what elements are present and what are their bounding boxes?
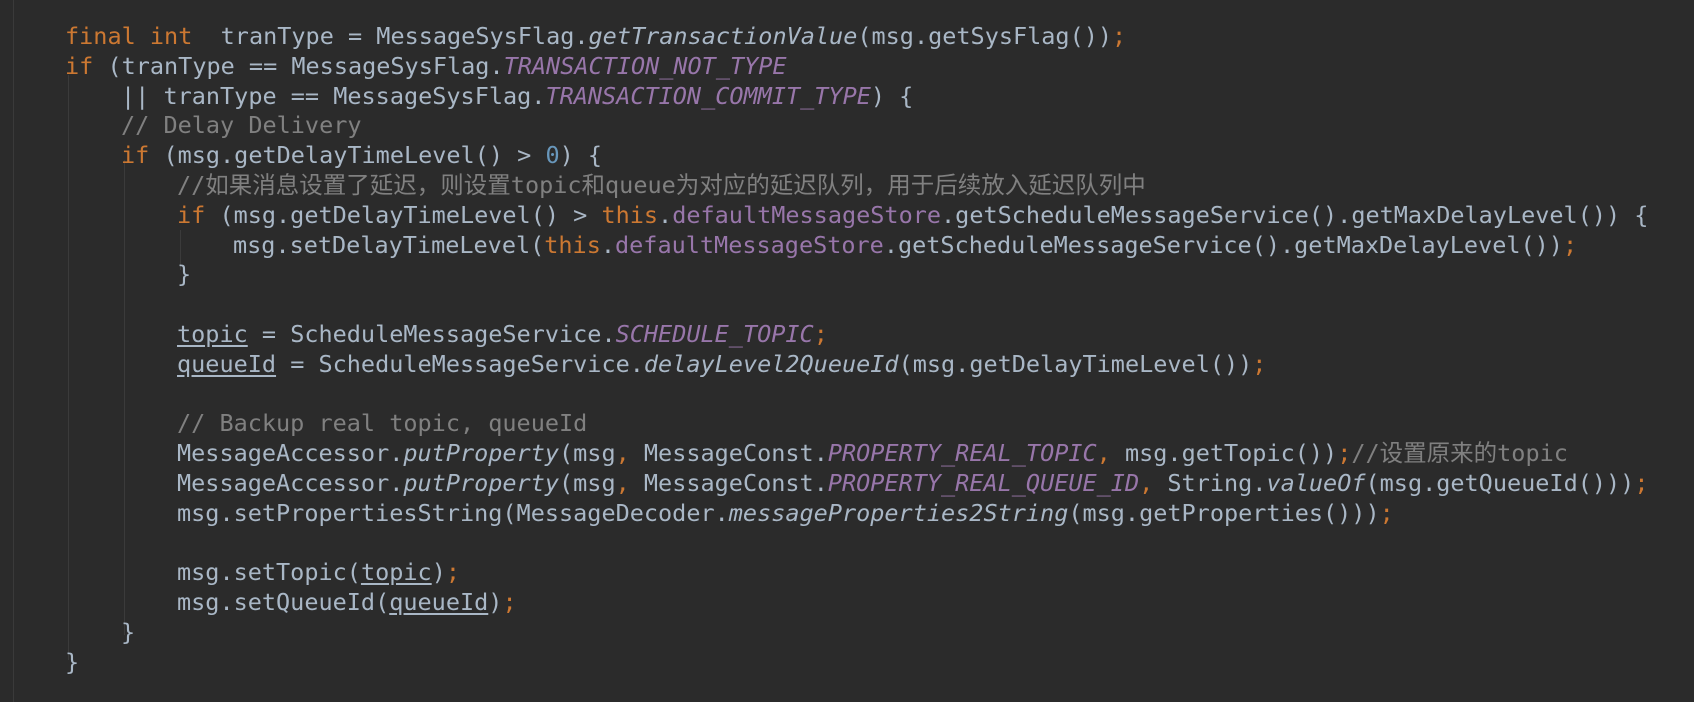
code-token: (msg: [559, 439, 616, 468]
code-token: queueId: [389, 588, 489, 617]
code-editor[interactable]: final int tranType = MessageSysFlag.getT…: [0, 0, 1694, 702]
code-token: }: [65, 647, 80, 676]
code-token: msg.setDelayTimeLevel(: [233, 230, 545, 259]
code-token: ,: [615, 439, 630, 468]
code-token: valueOf: [1266, 469, 1366, 497]
code-token: msg.setTopic(: [177, 558, 361, 587]
comment-line[interactable]: //如果消息设置了延迟，则设置topic和queue为对应的延迟队列，用于后续放…: [177, 170, 1146, 200]
code-line[interactable]: msg.setQueueId(queueId);: [177, 587, 517, 617]
code-token: ,: [1096, 439, 1111, 468]
code-token: (tranType == MessageSysFlag.: [93, 51, 504, 80]
code-token: messageProperties2String: [728, 498, 1069, 527]
code-token: ;: [1634, 469, 1649, 497]
code-token: (msg.getDelayTimeLevel() >: [149, 141, 546, 170]
code-token: // Delay Delivery: [121, 111, 362, 140]
code-line[interactable]: }: [121, 617, 135, 647]
code-token: ) {: [559, 141, 603, 170]
code-line[interactable]: msg.setDelayTimeLevel(this.defaultMessag…: [233, 230, 1577, 260]
code-token: if: [65, 51, 94, 80]
code-token: SCHEDULE_TOPIC: [615, 320, 814, 348]
code-token: msg.setPropertiesString(MessageDecoder.: [177, 498, 729, 527]
code-token: MessageConst.: [629, 469, 828, 497]
code-token: PROPERTY_REAL_QUEUE_ID: [827, 469, 1140, 497]
code-token: MessageAccessor.: [177, 469, 404, 497]
code-token: (msg.getDelayTimeLevel()): [898, 349, 1253, 378]
code-line[interactable]: if (msg.getDelayTimeLevel() > this.defau…: [177, 200, 1648, 230]
code-token: msg.setQueueId(: [177, 588, 390, 617]
code-line[interactable]: if (tranType == MessageSysFlag.TRANSACTI…: [65, 51, 787, 81]
indent-guide: [68, 75, 69, 660]
code-token: topic: [177, 320, 248, 348]
code-token: (msg.getDelayTimeLevel() >: [205, 200, 602, 229]
code-token: ;: [1112, 22, 1127, 50]
code-token: tranType = MessageSysFlag.: [206, 22, 589, 50]
code-token: ;: [1252, 349, 1267, 378]
code-token: ;: [502, 588, 517, 617]
code-line[interactable]: if (msg.getDelayTimeLevel() > 0) {: [121, 140, 602, 170]
code-token: putProperty: [403, 469, 560, 497]
comment-line[interactable]: // Backup real topic, queueId: [177, 408, 587, 438]
code-token: }: [177, 260, 192, 289]
code-token: ;: [445, 558, 460, 587]
code-token: = ScheduleMessageService.: [276, 349, 644, 378]
code-line[interactable]: }: [177, 259, 191, 289]
code-token: defaultMessageStore: [672, 200, 942, 229]
code-token: }: [121, 618, 136, 646]
code-token: .getScheduleMessageService().getMaxDelay…: [941, 200, 1649, 229]
code-token: defaultMessageStore: [615, 230, 884, 259]
code-token: .: [600, 230, 616, 259]
code-token: ): [431, 558, 446, 587]
code-token: ;: [813, 320, 828, 348]
code-line[interactable]: msg.setTopic(topic);: [177, 557, 460, 587]
code-token: TRANSACTION_NOT_TYPE: [503, 51, 787, 80]
code-token: ,: [1139, 469, 1154, 497]
code-token: MessageConst.: [629, 439, 828, 468]
comment-line[interactable]: // Delay Delivery: [121, 110, 362, 140]
code-token: ) {: [870, 81, 914, 110]
code-token: .getScheduleMessageService().getMaxDelay…: [883, 230, 1563, 259]
code-token: putProperty: [403, 439, 560, 468]
code-token: (msg.getProperties())): [1068, 498, 1380, 527]
code-token: ,: [615, 469, 630, 497]
code-token: this: [601, 200, 659, 229]
code-line[interactable]: MessageAccessor.putProperty(msg, Message…: [177, 468, 1648, 498]
code-token: (msg.getQueueId())): [1365, 469, 1635, 497]
code-line[interactable]: MessageAccessor.putProperty(msg, Message…: [177, 438, 1568, 468]
code-token: msg.getTopic()): [1110, 439, 1338, 468]
code-token: //如果消息设置了延迟，则设置topic和queue为对应的延迟队列，用于后续放…: [177, 171, 1146, 199]
code-token: ;: [1379, 498, 1394, 527]
indent-guide: [124, 160, 125, 635]
code-token: ;: [1337, 439, 1352, 468]
code-token: getTransactionValue: [588, 22, 858, 50]
code-line[interactable]: msg.setPropertiesString(MessageDecoder.m…: [177, 498, 1394, 528]
code-token: PROPERTY_REAL_TOPIC: [827, 439, 1097, 468]
code-token: if: [177, 200, 206, 229]
code-token: = ScheduleMessageService.: [247, 320, 616, 348]
code-line[interactable]: final int tranType = MessageSysFlag.getT…: [65, 21, 1126, 51]
code-token: (msg: [559, 469, 616, 497]
code-line[interactable]: queueId = ScheduleMessageService.delayLe…: [177, 349, 1266, 379]
code-token: (msg.getSysFlag()): [857, 22, 1113, 50]
code-token: TRANSACTION_COMMIT_TYPE: [545, 81, 871, 110]
code-token: || tranType == MessageSysFlag.: [121, 81, 546, 110]
code-token: 0: [545, 141, 560, 170]
code-token: topic: [360, 558, 432, 587]
gutter-divider: [13, 0, 14, 702]
code-token: ;: [1562, 230, 1578, 259]
code-token: MessageAccessor.: [177, 439, 404, 468]
code-token: this: [544, 230, 601, 259]
code-line[interactable]: || tranType == MessageSysFlag.TRANSACTIO…: [121, 81, 913, 111]
code-token: .: [658, 200, 673, 229]
code-token: //设置原来的topic: [1351, 439, 1568, 468]
code-token: ): [488, 588, 503, 617]
code-token: delayLevel2QueueId: [643, 349, 899, 378]
code-token: int: [149, 22, 193, 50]
code-token: if: [121, 141, 150, 170]
code-line[interactable]: }: [65, 647, 79, 677]
code-token: final: [65, 22, 136, 50]
code-token: String.: [1153, 469, 1267, 497]
code-token: // Backup real topic, queueId: [177, 409, 588, 438]
code-token: queueId: [177, 349, 277, 378]
code-line[interactable]: topic = ScheduleMessageService.SCHEDULE_…: [177, 319, 828, 349]
